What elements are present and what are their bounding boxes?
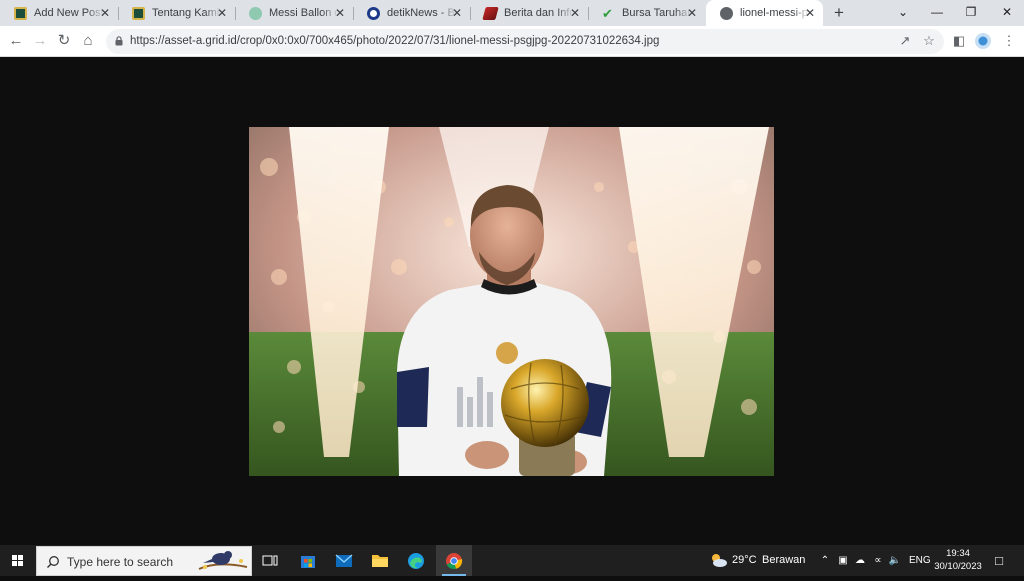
close-tab-icon[interactable]: ✕ [450, 6, 464, 20]
detik-icon [367, 6, 380, 20]
tab-detiknews[interactable]: detikNews - Beri ✕ [353, 0, 471, 26]
start-button[interactable] [0, 545, 36, 576]
chrome-button[interactable] [436, 545, 472, 576]
tab-berita[interactable]: Berita dan Inform ✕ [470, 0, 589, 26]
file-explorer-button[interactable] [362, 545, 398, 576]
volume-muted-icon[interactable]: 🔈 [888, 554, 902, 568]
show-hidden-icons-chevron-up-icon[interactable]: ⌃ [818, 554, 832, 568]
task-view-button[interactable] [252, 545, 288, 576]
search-placeholder: Type here to search [67, 555, 174, 569]
tab-title: lionel-messi-psg [740, 7, 810, 19]
tab-add-new-post[interactable]: Add New Post ‹ ✕ [0, 0, 119, 26]
new-tab-button[interactable]: + [830, 4, 848, 22]
globe-icon [720, 6, 733, 20]
taskbar-clock[interactable]: 19:34 30/10/2023 [930, 547, 986, 573]
photo-image [249, 127, 774, 476]
clock-time: 19:34 [946, 548, 970, 559]
runner-icon: ✔ [602, 5, 613, 21]
partly-cloudy-icon [712, 554, 727, 567]
chrome-icon [446, 552, 463, 569]
language-indicator[interactable]: ENG [909, 545, 931, 576]
close-tab-icon[interactable]: ✕ [333, 6, 347, 20]
store-icon [301, 555, 315, 568]
close-tab-icon[interactable]: ✕ [215, 6, 229, 20]
windows-taskbar: Type here to search 29°C Berawan ⌃ ▣ ☁ ∝… [0, 545, 1024, 576]
share-icon[interactable]: ↗ [896, 32, 914, 50]
restore-button[interactable]: ❐ [954, 0, 988, 26]
profile-avatar[interactable] [974, 32, 992, 50]
image-viewer [0, 58, 1024, 545]
news-icon [482, 6, 499, 20]
close-tab-icon[interactable]: ✕ [98, 6, 112, 20]
reload-button[interactable]: ↻ [55, 32, 73, 50]
taskbar-search-box[interactable]: Type here to search [36, 546, 252, 576]
tab-tentang-kami[interactable]: Tentang Kami - J ✕ [118, 0, 236, 26]
mail-icon [335, 553, 353, 567]
menu-kebab-icon[interactable]: ⋮ [1000, 32, 1018, 50]
tab-title: Berita dan Inform [504, 7, 574, 19]
browser-toolbar: ← → ↻ ⌂ https://asset-a.grid.id/crop/0x0… [0, 26, 1024, 57]
tab-title: Bursa Taruhan Je [622, 7, 692, 19]
weather-temperature: 29°C [732, 554, 757, 566]
search-icon [47, 556, 59, 568]
close-tab-icon[interactable]: ✕ [568, 6, 582, 20]
site-logo-icon [14, 6, 27, 20]
side-panel-icon[interactable]: ◧ [950, 32, 968, 50]
lock-icon[interactable] [115, 36, 123, 46]
tab-bursa-taruhan[interactable]: ✔ Bursa Taruhan Je ✕ [588, 0, 705, 26]
address-bar[interactable]: https://asset-a.grid.id/crop/0x0:0x0/700… [106, 29, 944, 54]
edge-icon [408, 552, 424, 569]
tab-lionel-messi[interactable]: lionel-messi-psg ✕ [706, 0, 823, 26]
home-button[interactable]: ⌂ [79, 32, 97, 50]
edge-button[interactable] [398, 545, 434, 576]
notification-icon[interactable]: □ [992, 554, 1006, 568]
tab-title: Add New Post ‹ [34, 7, 104, 19]
back-button[interactable]: ← [7, 32, 25, 50]
close-tab-icon[interactable]: ✕ [803, 6, 817, 20]
url-text[interactable]: https://asset-a.grid.id/crop/0x0:0x0/700… [130, 35, 659, 47]
bookmark-star-icon[interactable]: ☆ [920, 32, 938, 50]
close-tab-icon[interactable]: ✕ [685, 6, 699, 20]
task-view-icon [262, 555, 278, 565]
close-window-button[interactable]: ✕ [990, 0, 1024, 26]
tab-title: detikNews - Beri [387, 7, 457, 19]
tab-title: Tentang Kami - J [152, 7, 222, 19]
tab-search-button[interactable]: ⌄ [886, 0, 920, 26]
mail-button[interactable] [326, 545, 362, 576]
wifi-icon[interactable]: ∝ [871, 554, 885, 568]
onedrive-cloud-icon[interactable]: ☁ [853, 554, 867, 568]
minimize-button[interactable]: — [920, 0, 954, 26]
folder-icon [372, 555, 388, 567]
weather-condition: Berawan [762, 554, 806, 566]
tab-strip: Add New Post ‹ ✕ Tentang Kami - J ✕ Mess… [0, 0, 1024, 26]
search-highlight-bird-icon [198, 551, 248, 570]
messi-photo [249, 127, 774, 476]
globe-green-icon [249, 6, 262, 20]
windows-logo-icon [12, 555, 23, 566]
site-logo-icon [132, 6, 145, 20]
device-icon[interactable]: ▣ [836, 554, 850, 568]
microsoft-store-button[interactable] [290, 545, 326, 576]
tab-title: Messi Ballon d'O [269, 7, 339, 19]
tab-messi-ballon[interactable]: Messi Ballon d'O ✕ [235, 0, 354, 26]
clock-date: 30/10/2023 [934, 561, 982, 572]
forward-button[interactable]: → [31, 32, 49, 50]
